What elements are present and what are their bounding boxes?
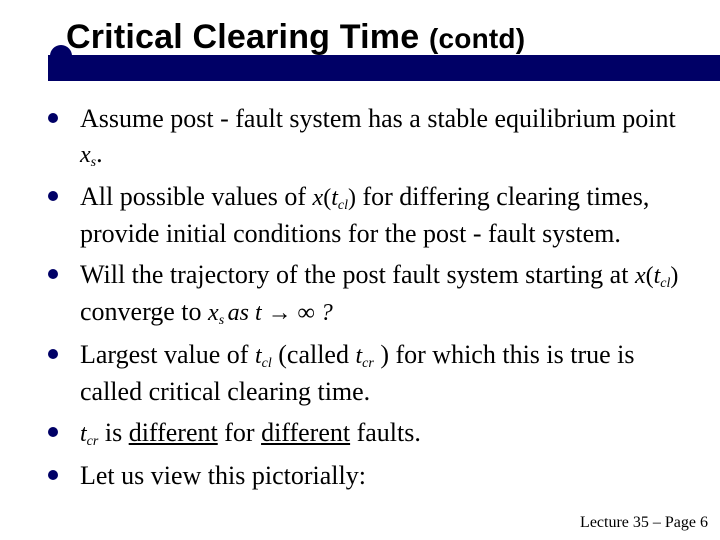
text-segment: Will the trajectory of the post fault sy… [80,260,635,289]
text-segment: . [96,139,103,168]
math-x: x [80,142,91,168]
bullet-icon [48,191,58,201]
math-sub: s [219,313,228,328]
text-segment: faults. [350,418,421,447]
math-x: x [635,263,646,289]
math-paren: ) [348,185,356,211]
math-t: t [331,185,338,211]
underlined-word: different [261,418,350,447]
math-sub: cl [338,198,348,213]
title-sub: (contd) [429,23,525,54]
math-sub: cl [660,276,670,291]
text-segment: All possible values of [80,182,313,211]
bullet-text: Largest value of tcl (called tcr ) for w… [80,337,696,409]
math-paren: ( [646,263,654,289]
text-segment: Largest value of [80,340,255,369]
content-area: Assume post - fault system has a stable … [48,101,696,493]
list-item: Will the trajectory of the post fault sy… [48,257,696,331]
text-segment: Let us view this pictorially: [80,461,366,490]
bullet-text: Assume post - fault system has a stable … [80,101,696,173]
bullet-icon [48,269,58,279]
bullet-text: All possible values of x(tcl) for differ… [80,179,696,251]
math-sub: cl [262,356,272,371]
title-underline [48,55,720,81]
text-segment: for [218,418,261,447]
bullet-text: Will the trajectory of the post fault sy… [80,257,696,331]
list-item: Let us view this pictorially: [48,458,696,493]
math-x: x [208,300,219,326]
math-sub: cr [87,434,99,449]
bullet-icon [48,470,58,480]
list-item: Largest value of tcl (called tcr ) for w… [48,337,696,409]
text-segment: (called [272,340,356,369]
title-main: Critical Clearing Time [66,18,429,56]
text-segment: Assume post - fault system has a stable … [80,104,676,133]
math-paren: ( [323,185,331,211]
slide-footer: Lecture 35 – Page 6 [580,514,708,532]
math-as: as t → ∞ ? [228,300,333,326]
title-wrap: Critical Clearing Time (contd) [66,18,696,57]
text-segment: converge to [80,297,208,326]
bullet-list: Assume post - fault system has a stable … [48,101,696,493]
underline-dot-icon [50,45,72,67]
page-title: Critical Clearing Time (contd) [66,18,696,57]
bullet-icon [48,427,58,437]
bullet-icon [48,349,58,359]
bullet-text: tcr is different for different faults. [80,415,421,452]
slide: Critical Clearing Time (contd) Assume po… [0,0,720,540]
list-item: tcr is different for different faults. [48,415,696,452]
math-paren: ) [670,263,678,289]
list-item: All possible values of x(tcl) for differ… [48,179,696,251]
math-sub: cr [362,356,374,371]
underlined-word: different [129,418,218,447]
bullet-icon [48,113,58,123]
math-t: t [80,421,87,447]
math-t: t [255,343,262,369]
text-segment: is [98,418,128,447]
math-x: x [313,185,324,211]
bullet-text: Let us view this pictorially: [80,458,366,493]
list-item: Assume post - fault system has a stable … [48,101,696,173]
